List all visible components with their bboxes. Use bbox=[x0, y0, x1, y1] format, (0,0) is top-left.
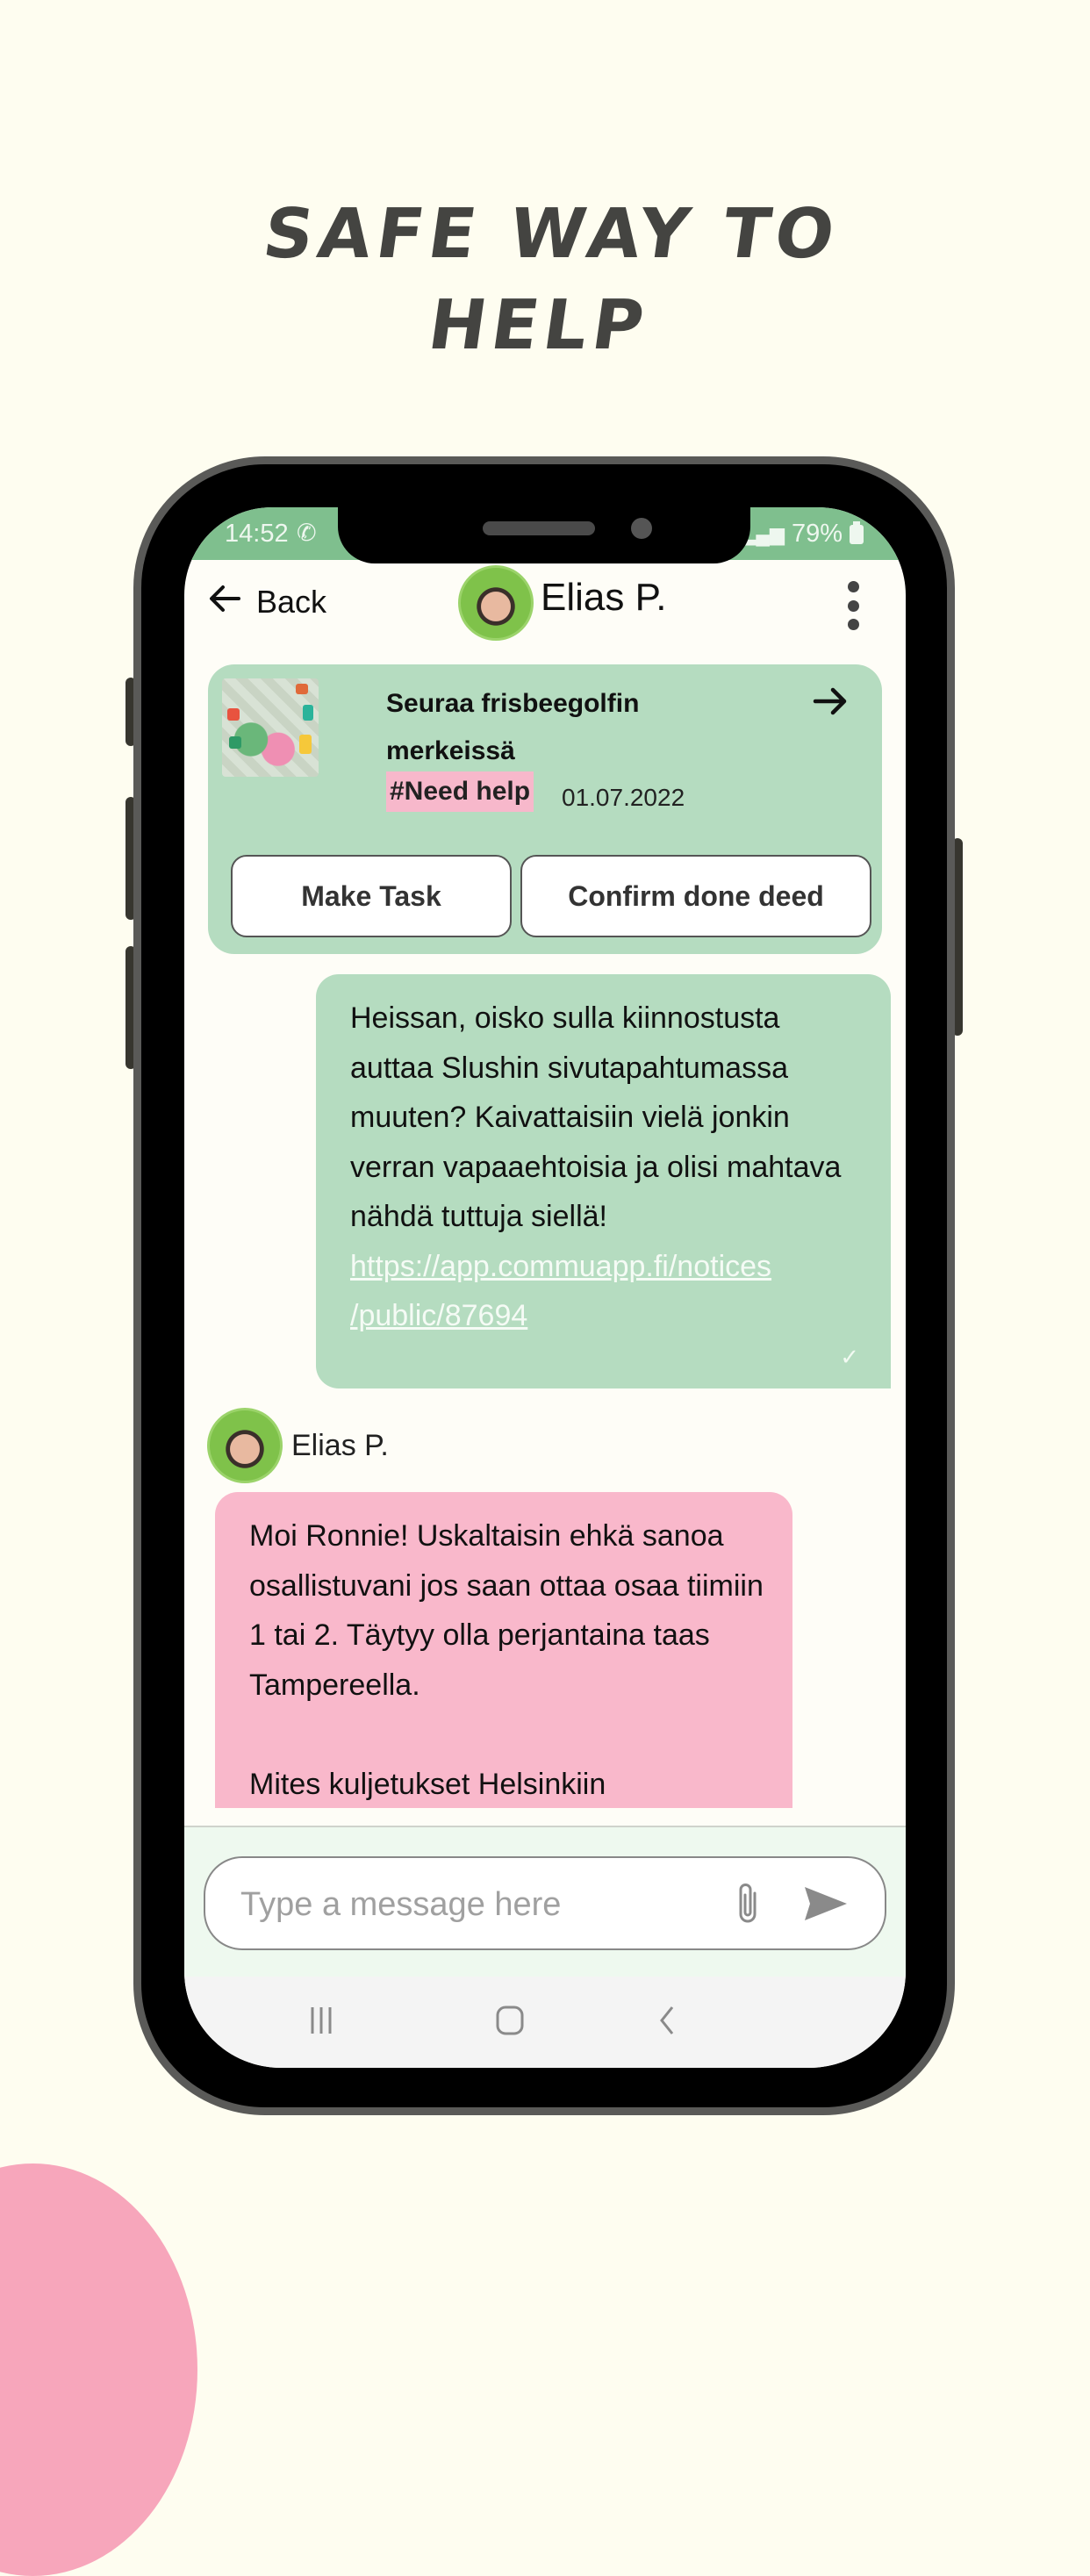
sent-message-text: Heissan, oisko sulla kiinnostusta auttaa… bbox=[350, 1001, 842, 1233]
home-button[interactable] bbox=[475, 1994, 545, 2047]
sender-avatar[interactable] bbox=[207, 1408, 283, 1483]
home-icon bbox=[496, 2006, 524, 2035]
confirm-done-deed-button[interactable]: Confirm done deed bbox=[520, 855, 871, 937]
thumbnail-decor bbox=[303, 705, 313, 721]
task-date: 01.07.2022 bbox=[562, 784, 685, 811]
task-title: Seuraa frisbeegolfin merkeissä bbox=[386, 689, 640, 765]
message-input[interactable] bbox=[239, 1877, 716, 1932]
decorative-pink-blob bbox=[0, 2163, 197, 2576]
status-time: 14:52 bbox=[225, 520, 289, 548]
front-camera bbox=[631, 518, 652, 539]
sender-row: Elias P. bbox=[207, 1408, 389, 1483]
whatsapp-icon: ✆ bbox=[297, 520, 317, 546]
more-vertical-icon bbox=[847, 581, 859, 592]
phone-screen: 14:52 ✆ ▂▄▆ 79% Back Elias P. Seuraa fri… bbox=[184, 507, 906, 2068]
battery-icon bbox=[850, 520, 864, 544]
android-nav-bar bbox=[184, 1977, 906, 2068]
paperclip-icon[interactable] bbox=[732, 1881, 767, 1925]
contact-name[interactable]: Elias P. bbox=[541, 576, 667, 620]
task-card[interactable]: Seuraa frisbeegolfin merkeissä #Need hel… bbox=[208, 664, 882, 954]
back-label: Back bbox=[256, 583, 327, 620]
more-vertical-icon-dot bbox=[847, 619, 859, 630]
thumbnail-decor bbox=[296, 684, 308, 694]
promo-headline-line2: HELP bbox=[423, 286, 654, 365]
phone-notch bbox=[338, 507, 750, 563]
promo-headline-line1: SAFE WAY TO bbox=[258, 195, 845, 274]
arrow-right-icon[interactable] bbox=[812, 684, 849, 727]
promo-headline: SAFE WAY TO HELP bbox=[0, 189, 1090, 371]
more-options-button[interactable] bbox=[843, 581, 864, 630]
sender-name: Elias P. bbox=[291, 1428, 389, 1462]
arrow-left-icon bbox=[207, 583, 242, 621]
status-right: ▂▄▆ 79% bbox=[742, 520, 864, 549]
make-task-button[interactable]: Make Task bbox=[231, 855, 512, 937]
thumbnail-decor bbox=[227, 708, 240, 721]
contact-avatar[interactable] bbox=[458, 565, 534, 641]
recent-apps-button[interactable] bbox=[286, 1994, 356, 2047]
received-message-bubble: Moi Ronnie! Uskaltaisin ehkä sanoa osall… bbox=[215, 1492, 792, 1808]
thumbnail-decor bbox=[299, 735, 312, 754]
phone-speaker bbox=[483, 521, 595, 535]
message-composer bbox=[204, 1856, 886, 1950]
send-icon[interactable] bbox=[802, 1884, 850, 1923]
received-message-para1: Moi Ronnie! Uskaltaisin ehkä sanoa osall… bbox=[249, 1519, 764, 1702]
task-thumbnail bbox=[222, 678, 319, 777]
thumbnail-decor bbox=[229, 736, 241, 749]
link-line-2[interactable]: /public/87694 bbox=[350, 1299, 527, 1332]
received-message-para2: Mites kuljetukset Helsinkiin bbox=[249, 1767, 606, 1801]
sent-checkmark-icon: ✓ bbox=[840, 1343, 859, 1370]
chevron-left-icon bbox=[660, 2006, 674, 2034]
task-tag-badge: #Need help bbox=[386, 771, 534, 812]
recent-apps-icon bbox=[311, 2007, 332, 2034]
composer-area bbox=[184, 1826, 906, 1977]
back-nav-button[interactable] bbox=[632, 1994, 702, 2047]
battery-percent: 79% bbox=[791, 520, 843, 548]
more-vertical-icon-dot bbox=[847, 599, 859, 612]
sent-message-bubble: Heissan, oisko sulla kiinnostusta auttaa… bbox=[316, 974, 891, 1388]
back-button[interactable]: Back bbox=[207, 583, 326, 621]
sent-message-link[interactable]: https://app.commuapp.fi/notices /public/… bbox=[350, 1242, 864, 1341]
chat-header: Back Elias P. bbox=[184, 560, 906, 653]
link-line-1[interactable]: https://app.commuapp.fi/notices bbox=[350, 1250, 771, 1283]
